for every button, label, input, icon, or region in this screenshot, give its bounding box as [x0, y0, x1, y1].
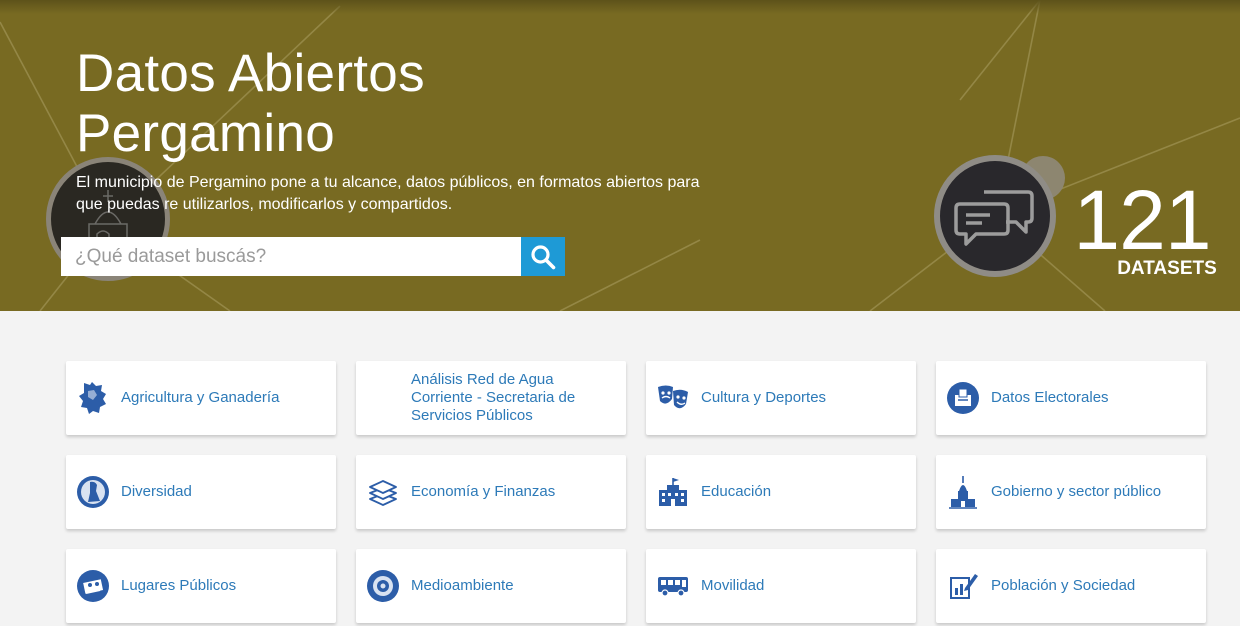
map-region-icon	[76, 381, 110, 415]
chart-pen-icon	[946, 569, 980, 603]
search-icon	[531, 244, 556, 269]
category-card-medioambiente[interactable]: Medioambiente	[356, 549, 626, 623]
category-card-educacion[interactable]: Educación	[646, 455, 916, 529]
chat-bubbles-icon	[954, 190, 1034, 246]
category-label: Datos Electorales	[991, 389, 1109, 406]
stats-badge	[934, 155, 1056, 277]
hero-description: El municipio de Pergamino pone a tu alca…	[76, 174, 700, 213]
category-card-cultura[interactable]: Cultura y Deportes	[646, 361, 916, 435]
dataset-count-label: DATASETS	[1117, 258, 1217, 279]
category-label: Gobierno y sector público	[991, 483, 1162, 500]
diversity-icon	[76, 475, 110, 509]
category-label: Agricultura y Ganadería	[121, 389, 280, 406]
government-building-icon	[946, 475, 980, 509]
category-card-agricultura[interactable]: Agricultura y Ganadería	[66, 361, 336, 435]
theater-masks-icon	[656, 381, 690, 415]
search-button[interactable]	[521, 237, 565, 276]
hero-top-shade	[0, 0, 1240, 14]
bus-icon	[656, 569, 690, 603]
category-card-movilidad[interactable]: Movilidad	[646, 549, 916, 623]
category-label: Medioambiente	[411, 577, 514, 594]
category-card-economia[interactable]: Economía y Finanzas	[356, 455, 626, 529]
category-card-diversidad[interactable]: Diversidad	[66, 455, 336, 529]
category-label: Análisis Red de Agua Corriente - Secreta…	[411, 371, 576, 424]
page-title: Datos Abiertos Pergamino	[76, 44, 676, 164]
category-label: Lugares Públicos	[121, 577, 237, 594]
category-card-electorales[interactable]: Datos Electorales	[936, 361, 1206, 435]
title-line-2: Pergamino	[76, 104, 336, 163]
category-label: Diversidad	[121, 483, 192, 500]
hero-banner: Datos Abiertos Pergamino El municipio de…	[0, 0, 1240, 311]
category-label: Movilidad	[701, 577, 765, 594]
search-input[interactable]	[61, 237, 521, 276]
ballot-box-icon	[946, 381, 980, 415]
public-places-icon	[76, 569, 110, 603]
title-line-1: Datos Abiertos	[76, 44, 425, 103]
category-card-lugares[interactable]: Lugares Públicos	[66, 549, 336, 623]
category-label: Educación	[701, 483, 772, 500]
category-card-gobierno[interactable]: Gobierno y sector público	[936, 455, 1206, 529]
dataset-count: 121	[1073, 173, 1211, 267]
layers-icon	[366, 475, 400, 509]
school-building-icon	[656, 475, 690, 509]
category-label: Población y Sociedad	[991, 577, 1136, 594]
category-label: Cultura y Deportes	[701, 389, 827, 406]
category-card-poblacion[interactable]: Población y Sociedad	[936, 549, 1206, 623]
category-label: Economía y Finanzas	[411, 483, 556, 500]
environment-icon	[366, 569, 400, 603]
category-card-analisis-agua[interactable]: Análisis Red de Agua Corriente - Secreta…	[356, 361, 626, 435]
